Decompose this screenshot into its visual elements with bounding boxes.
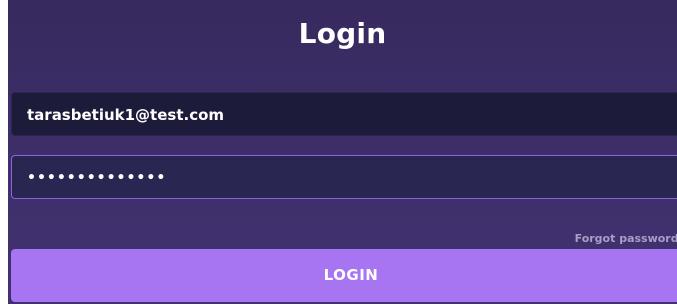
login-frame: Login tarasbetiuk1@test.com ••••••••••••… bbox=[0, 0, 677, 304]
login-panel: Login tarasbetiuk1@test.com ••••••••••••… bbox=[8, 0, 677, 304]
forgot-password-link[interactable]: Forgot password? bbox=[575, 232, 677, 246]
login-title: Login bbox=[298, 17, 387, 50]
email-field[interactable]: tarasbetiuk1@test.com bbox=[11, 92, 677, 136]
password-field[interactable]: •••••••••••••• bbox=[11, 155, 677, 199]
login-button[interactable]: LOGIN bbox=[11, 249, 677, 302]
